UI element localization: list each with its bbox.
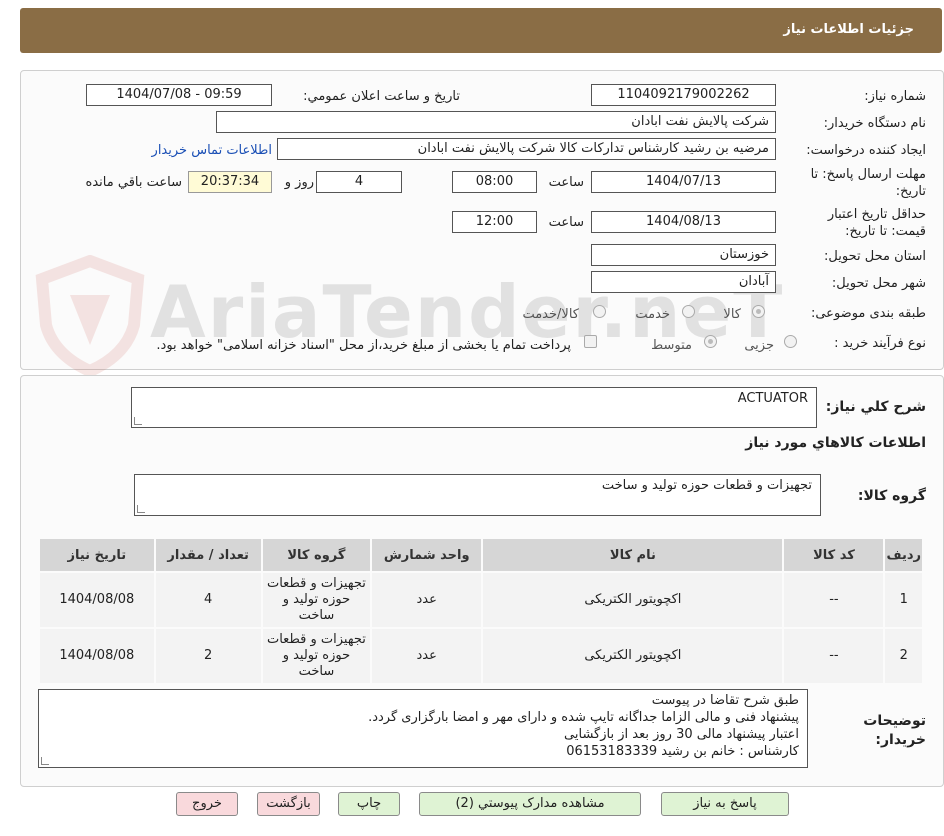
col-header-date: تاریخ نیاز bbox=[40, 539, 154, 571]
process-option-minor: جزیی bbox=[744, 338, 774, 353]
category-radio-service[interactable] bbox=[682, 305, 695, 318]
validity-time-field[interactable]: 12:00 bbox=[452, 211, 537, 233]
resize-grip-icon[interactable] bbox=[134, 417, 142, 425]
goods-info-title: اطلاعات کالاهاي مورد نیاز bbox=[745, 435, 926, 451]
treasury-checkbox[interactable] bbox=[584, 335, 597, 348]
cell-row-number: 2 bbox=[885, 629, 922, 683]
cell-unit: عدد bbox=[372, 573, 482, 627]
col-header-code: کد کالا bbox=[784, 539, 884, 571]
category-radio-goods[interactable] bbox=[752, 305, 765, 318]
cell-date: 1404/08/08 bbox=[40, 629, 154, 683]
buyer-org-label: نام دستگاه خریدار: bbox=[823, 116, 926, 131]
buyer-note-line: کارشناس : خانم بن رشید 06153183339 bbox=[566, 744, 799, 759]
table-header-row: ردیف کد کالا نام کالا واحد شمارش گروه کا… bbox=[40, 539, 922, 571]
process-label: نوع فرآیند خرید : bbox=[834, 336, 926, 351]
province-label: استان محل تحویل: bbox=[824, 249, 926, 264]
deadline-date-field[interactable]: 1404/07/13 bbox=[591, 171, 776, 193]
need-number-label: شماره نیاز: bbox=[864, 89, 926, 104]
back-button[interactable]: بازگشت bbox=[257, 792, 320, 816]
summary-text: ACTUATOR bbox=[737, 391, 808, 406]
validity-label: حداقل تاریخ اعتبار قیمت: تا تاریخ: bbox=[827, 207, 926, 239]
col-header-group: گروه کالا bbox=[262, 539, 371, 571]
days-label: روز و bbox=[284, 175, 314, 190]
process-radio-medium[interactable] bbox=[704, 335, 717, 348]
cell-quantity: 2 bbox=[155, 629, 261, 683]
resize-grip-icon[interactable] bbox=[41, 757, 49, 765]
city-field[interactable]: آبادان bbox=[591, 271, 776, 293]
group-textarea[interactable]: تجهیزات و قطعات حوزه تولید و ساخت bbox=[134, 474, 821, 516]
view-attachments-button[interactable]: مشاهده مدارک پیوستي (2) bbox=[419, 792, 641, 816]
reply-button[interactable]: پاسخ به نیاز bbox=[661, 792, 789, 816]
announce-field[interactable]: 1404/07/08 - 09:59 bbox=[86, 84, 272, 106]
city-label: شهر محل تحویل: bbox=[831, 276, 926, 291]
contact-buyer-link[interactable]: اطلاعات تماس خریدار bbox=[152, 143, 272, 158]
cell-name: اکچویتور الکتریکی bbox=[483, 573, 783, 627]
items-table: ردیف کد کالا نام کالا واحد شمارش گروه کا… bbox=[38, 537, 924, 685]
category-radio-both[interactable] bbox=[593, 305, 606, 318]
announce-label: تاریخ و ساعت اعلان عمومي: bbox=[303, 89, 460, 104]
process-option-medium: متوسط bbox=[651, 338, 692, 353]
buyer-notes-label: توضیحات خریدار: bbox=[863, 713, 926, 748]
print-button[interactable]: چاپ bbox=[338, 792, 400, 816]
process-radio-minor[interactable] bbox=[784, 335, 797, 348]
remaining-label: ساعت باقي مانده bbox=[85, 175, 182, 190]
group-text: تجهیزات و قطعات حوزه تولید و ساخت bbox=[601, 478, 812, 493]
deadline-label: مهلت ارسال پاسخ: تا تاریخ: bbox=[810, 167, 926, 199]
buyer-note-line: طبق شرح تقاضا در پیوست bbox=[651, 693, 799, 708]
validity-date-field[interactable]: 1404/08/13 bbox=[591, 211, 776, 233]
cell-unit: عدد bbox=[372, 629, 482, 683]
treasury-note: پرداخت تمام یا بخشی از مبلغ خرید،از محل … bbox=[156, 338, 571, 353]
exit-button[interactable]: خروج bbox=[176, 792, 238, 816]
table-row: 2 -- اکچویتور الکتریکی عدد تجهیزات و قطع… bbox=[40, 629, 922, 683]
cell-group: تجهیزات و قطعات حوزه تولید و ساخت bbox=[262, 629, 371, 683]
table-row: 1 -- اکچویتور الکتریکی عدد تجهیزات و قطع… bbox=[40, 573, 922, 627]
cell-row-number: 1 bbox=[885, 573, 922, 627]
col-header-name: نام کالا bbox=[483, 539, 783, 571]
summary-textarea[interactable]: ACTUATOR bbox=[131, 387, 817, 428]
need-number-field[interactable]: 1104092179002262 bbox=[591, 84, 776, 106]
cell-quantity: 4 bbox=[155, 573, 261, 627]
deadline-time-field[interactable]: 08:00 bbox=[452, 171, 537, 193]
buyer-note-line: پیشنهاد فنی و مالی الزاما جداگانه تایپ ش… bbox=[368, 710, 799, 725]
days-field[interactable]: 4 bbox=[316, 171, 402, 193]
col-header-quantity: تعداد / مقدار bbox=[155, 539, 261, 571]
province-field[interactable]: خوزستان bbox=[591, 244, 776, 266]
category-option-goods: کالا bbox=[723, 307, 741, 322]
buyer-note-line: اعتبار پیشنهاد مالی 30 روز بعد از بازگشا… bbox=[564, 727, 799, 742]
cell-date: 1404/08/08 bbox=[40, 573, 154, 627]
category-option-both: کالا/خدمت bbox=[522, 307, 579, 322]
creator-field[interactable]: مرضيه بن رشيد كارشناس تداركات كالا شرکت … bbox=[277, 138, 776, 160]
deadline-time-label: ساعت bbox=[548, 175, 584, 190]
category-label: طبقه بندی موضوعی: bbox=[810, 306, 926, 321]
items-table-wrap: ردیف کد کالا نام کالا واحد شمارش گروه کا… bbox=[38, 537, 924, 685]
resize-grip-icon[interactable] bbox=[137, 505, 145, 513]
category-option-service: خدمت bbox=[635, 307, 670, 322]
group-label: گروه کالا: bbox=[857, 488, 926, 504]
buyer-org-field[interactable]: شرکت پالايش نفت ابادان bbox=[216, 111, 776, 133]
col-header-unit: واحد شمارش bbox=[372, 539, 482, 571]
summary-label: شرح کلي نیاز: bbox=[825, 399, 926, 415]
creator-label: ایجاد کننده درخواست: bbox=[806, 143, 926, 158]
cell-code: -- bbox=[784, 573, 884, 627]
cell-name: اکچویتور الکتریکی bbox=[483, 629, 783, 683]
page-title: جزئیات اطلاعات نیاز bbox=[783, 22, 914, 37]
buyer-notes-textarea[interactable]: طبق شرح تقاضا در پیوست پیشنهاد فنی و مال… bbox=[38, 689, 808, 768]
cell-group: تجهیزات و قطعات حوزه تولید و ساخت bbox=[262, 573, 371, 627]
cell-code: -- bbox=[784, 629, 884, 683]
col-header-row-number: ردیف bbox=[885, 539, 922, 571]
remaining-time-field: 20:37:34 bbox=[188, 171, 272, 193]
validity-time-label: ساعت bbox=[548, 215, 584, 230]
page-header: جزئیات اطلاعات نیاز bbox=[20, 8, 942, 53]
